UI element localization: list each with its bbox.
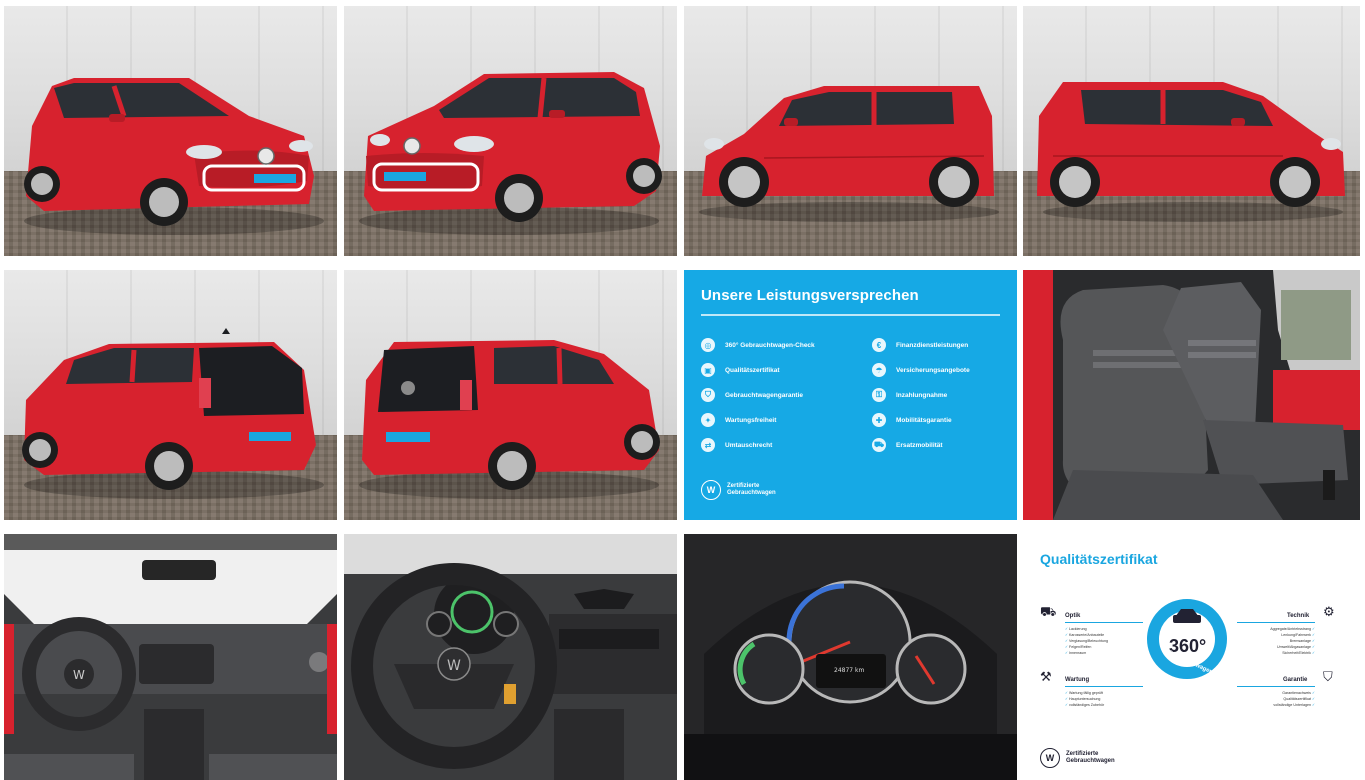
optik-divider: [1065, 622, 1143, 623]
promise-item-label: Versicherungsangebote: [896, 366, 970, 374]
logo-line-2: Gebrauchtwagen: [727, 490, 776, 496]
promise-item-label: Qualitätszertifikat: [725, 366, 780, 374]
garantie-item: vollständige Unterlagen: [1237, 702, 1315, 708]
promise-item-label: Umtauschrecht: [725, 441, 773, 449]
photo-side-right[interactable]: [1023, 6, 1360, 256]
promise-info-card[interactable]: Unsere Leistungsversprechen ◎ 360° Gebra…: [684, 270, 1017, 520]
wartung-heading: Wartung: [1065, 677, 1090, 683]
promise-item-finance: € Finanzdienstleistungen: [872, 338, 968, 352]
engine-technik-icon: ⚙: [1323, 604, 1335, 619]
garantie-divider: [1237, 686, 1315, 687]
logo-line-1: Zertifizierte: [727, 483, 760, 489]
certificate-icon: ▣: [701, 363, 715, 377]
car-rear-right-view: [359, 340, 660, 499]
promise-item-warranty: ⛉ Gebrauchtwagengarantie: [701, 388, 803, 402]
promise-item-label: Mobilitätsgarantie: [896, 416, 952, 424]
photo-dashboard-wide[interactable]: W: [4, 534, 337, 780]
certificate-info-card[interactable]: Qualitätszertifikat ⛟ Optik Lackierung K…: [1023, 534, 1360, 780]
promise-item-label: Finanzdienstleistungen: [896, 341, 969, 349]
promise-item-label: Wartungsfreiheit: [725, 416, 777, 424]
vw-logo-icon: W: [1040, 748, 1060, 768]
technik-item: Sicherheit/Elektrik: [1237, 650, 1315, 656]
finance-icon: €: [872, 338, 886, 352]
photo-side-left[interactable]: [684, 6, 1017, 256]
check-360-icon: ◎: [701, 338, 715, 352]
mobility-icon: ✚: [872, 413, 886, 427]
promise-item-insurance: ☂ Versicherungsangebote: [872, 363, 970, 377]
promise-item-mobility: ✚ Mobilitätsgarantie: [872, 413, 952, 427]
promise-divider: [701, 314, 1000, 316]
shield-garantie-icon: ⛉: [1323, 669, 1333, 684]
wartung-divider: [1065, 686, 1143, 687]
vw-logo-icon: W: [701, 480, 721, 500]
car-front-right-view: [359, 72, 662, 235]
wrench-wartung-icon: ⚒: [1040, 669, 1052, 684]
car-icon: ⛟: [872, 438, 886, 452]
svg-text:W: W: [73, 668, 85, 682]
logo-line-1: Zertifizierte: [1066, 751, 1099, 757]
wrench-icon: ✦: [701, 413, 715, 427]
front-seats-image: [1023, 270, 1360, 520]
photo-front-left[interactable]: [4, 6, 337, 256]
svg-text:W: W: [447, 658, 461, 674]
promise-item-exchange: ⇄ Umtauschrecht: [701, 438, 772, 452]
promise-title: Unsere Leistungsversprechen: [701, 287, 919, 304]
steering-wheel-image: W: [344, 534, 677, 780]
optik-list: Lackierung Karosserie/Anbauteile Verglas…: [1065, 626, 1108, 656]
wartung-list: Wartung fällig geprüft Hauptuntersuchung…: [1065, 690, 1104, 708]
garantie-heading: Garantie: [1283, 677, 1308, 683]
promise-item-certificate: ▣ Qualitätszertifikat: [701, 363, 780, 377]
car-front-left-view: [24, 78, 324, 235]
certificate-title: Qualitätszertifikat: [1040, 551, 1158, 567]
wartung-item: vollständiges Zubehör: [1065, 702, 1104, 708]
car-side-left-view: [699, 86, 999, 222]
optik-item: Innenraum: [1065, 650, 1108, 656]
promise-item-tradein: ⚿ Inzahlungnahme: [872, 388, 947, 402]
photo-interior-seats[interactable]: [1023, 270, 1360, 520]
promise-item-maintenance: ✦ Wartungsfreiheit: [701, 413, 776, 427]
photo-rear-right[interactable]: [344, 270, 677, 520]
key-icon: ⚿: [872, 388, 886, 402]
exchange-icon: ⇄: [701, 438, 715, 452]
odometer-readout: 24877 km: [834, 667, 864, 674]
photo-rear-left[interactable]: [4, 270, 337, 520]
promise-item-label: Gebrauchtwagengarantie: [725, 391, 804, 399]
technik-heading: Technik: [1287, 613, 1310, 619]
vw-certified-logo: W Zertifizierte Gebrauchtwagen: [1040, 748, 1115, 768]
technik-divider: [1237, 622, 1315, 623]
car-optik-icon: ⛟: [1040, 604, 1057, 619]
promise-item-label: 360° Gebrauchtwagen-Check: [725, 341, 815, 349]
dashboard-wide-image: W: [4, 534, 337, 780]
promise-item-check: ◎ 360° Gebrauchtwagen-Check: [701, 338, 815, 352]
photo-front-right[interactable]: [344, 6, 677, 256]
promise-item-replacement: ⛟ Ersatzmobilität: [872, 438, 943, 452]
optik-heading: Optik: [1065, 613, 1081, 619]
photo-steering-wheel[interactable]: W: [344, 534, 677, 780]
promise-item-label: Inzahlungnahme: [896, 391, 948, 399]
shield-icon: ⛉: [701, 388, 715, 402]
technik-list: Aggregate/Antriebsstrang Lenkung/Fahrwer…: [1237, 626, 1315, 656]
car-rear-left-view: [22, 328, 324, 499]
garantie-list: Garantienachweis Qualitätszertifikat vol…: [1237, 690, 1315, 708]
instrument-cluster-image: 24877 km: [684, 534, 1017, 780]
promise-item-label: Ersatzmobilität: [896, 441, 943, 449]
umbrella-icon: ☂: [872, 363, 886, 377]
photo-instrument-cluster[interactable]: 24877 km: [684, 534, 1017, 780]
car-side-right-view: [1037, 82, 1345, 222]
vw-certified-logo: W Zertifizierte Gebrauchtwagen: [701, 480, 776, 500]
logo-line-2: Gebrauchtwagen: [1066, 758, 1115, 764]
